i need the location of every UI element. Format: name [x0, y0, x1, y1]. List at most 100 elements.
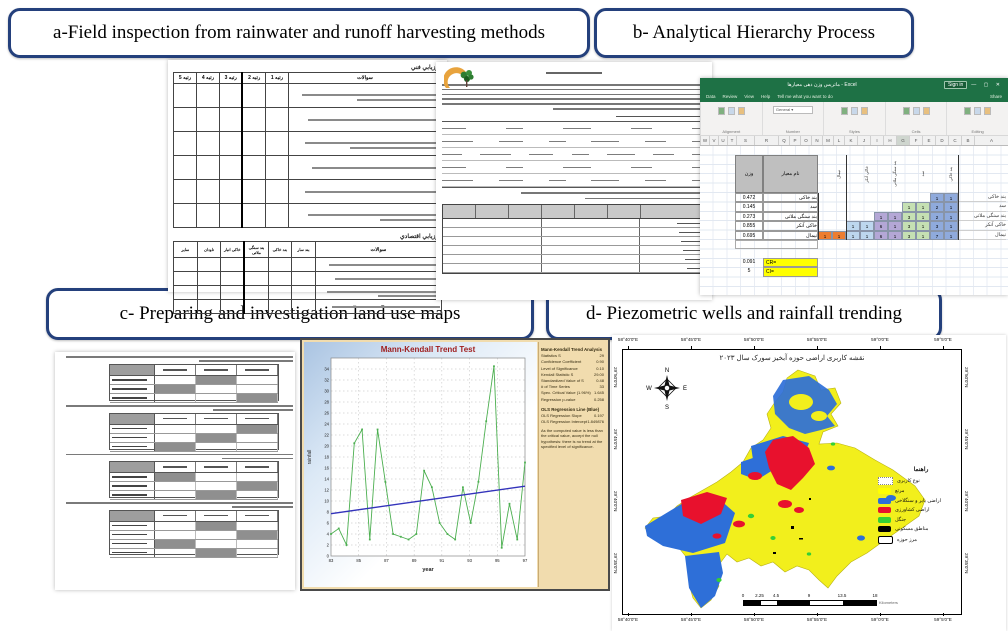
cell	[237, 473, 278, 481]
ribbon-icon[interactable]	[861, 107, 868, 115]
ribbon-icon[interactable]	[923, 107, 930, 115]
column-header-D[interactable]: D	[935, 136, 948, 145]
row-label	[639, 246, 705, 254]
legend-row: مرتع	[878, 488, 964, 494]
cell	[508, 237, 541, 245]
column-header-R[interactable]: R	[754, 136, 778, 145]
ribbon-icon[interactable]	[903, 107, 910, 115]
option-item	[499, 141, 523, 143]
column-header-L[interactable]: L	[833, 136, 844, 145]
cell	[443, 228, 476, 236]
column-header-W[interactable]: W	[700, 136, 709, 145]
column-header-P[interactable]: P	[789, 136, 800, 145]
row-label: خاکی آنکر	[958, 221, 1006, 230]
header-line	[245, 515, 269, 516]
column-header-E[interactable]: E	[922, 136, 935, 145]
header-line	[163, 369, 187, 370]
legend-row: اراضی بایر و سنگلاخی	[878, 498, 964, 504]
number-format-select[interactable]: General ▾	[773, 106, 813, 114]
header-cell	[155, 414, 196, 424]
criteria-cell: نیمال	[763, 231, 818, 240]
stat-value: 0.90	[596, 359, 604, 364]
cell	[155, 443, 196, 451]
map-tick	[943, 613, 944, 616]
legend-row: اراضی کشاورزی	[878, 507, 964, 513]
label-line	[112, 543, 147, 544]
label-line	[112, 534, 147, 535]
ribbon-icon[interactable]	[974, 107, 981, 115]
excel-menu-help[interactable]: Help	[761, 94, 770, 99]
header-line	[204, 515, 228, 516]
stat-row: OLS Regression Intercept1.849876	[541, 419, 604, 424]
scale-label: 18	[872, 593, 877, 598]
ribbon-icon[interactable]	[851, 107, 858, 115]
legend-swatch	[878, 517, 891, 523]
ribbon-icon[interactable]	[964, 107, 971, 115]
longitude-label: 58°45'0"E	[681, 617, 701, 622]
column-header-U[interactable]: U	[718, 136, 727, 145]
excel-menu-data[interactable]: Data	[706, 94, 716, 99]
cell	[574, 219, 607, 227]
criteria-cell: خاکی آنکر	[763, 221, 818, 230]
legend-label: مناطق مسکونی	[895, 526, 928, 532]
legend-label: جنگل	[895, 517, 906, 523]
column-header-F[interactable]: F	[909, 136, 922, 145]
column-header-O[interactable]: O	[800, 136, 811, 145]
ribbon-icon[interactable]	[984, 107, 991, 115]
latitude-label: 29°45'0"N	[613, 429, 618, 449]
ribbon-icon[interactable]	[738, 107, 745, 115]
row-label-cell	[110, 385, 155, 393]
rotated-criteria-header: نیمال	[824, 155, 852, 193]
excel-menu-review[interactable]: Review	[723, 94, 738, 99]
column-header-J[interactable]: J	[857, 136, 870, 145]
excel-signin-button[interactable]: Sign in	[944, 81, 967, 89]
column-header-G[interactable]: G	[896, 136, 909, 145]
weight-cell: 0.472	[735, 193, 763, 202]
ribbon-icon[interactable]	[841, 107, 848, 115]
column-header-I[interactable]: I	[870, 136, 883, 145]
column-header-B[interactable]: B	[961, 136, 974, 145]
column-header-A[interactable]: A	[974, 136, 1008, 145]
ribbon-icon[interactable]	[718, 107, 725, 115]
matrix-row	[110, 522, 278, 531]
header-line	[204, 369, 228, 370]
cell	[155, 491, 196, 499]
column-header-N[interactable]: N	[811, 136, 822, 145]
caption-line	[232, 506, 293, 508]
stat-value: 0.258	[594, 397, 604, 402]
map-tick	[691, 613, 692, 616]
header-cell	[542, 205, 575, 218]
cell	[196, 443, 237, 451]
caption-line	[66, 405, 293, 407]
column-header-K[interactable]: K	[844, 136, 857, 145]
column-header-H[interactable]: H	[883, 136, 896, 145]
excel-share-button[interactable]: Share	[990, 94, 1002, 99]
table-row	[443, 255, 705, 264]
excel-menu-view[interactable]: View	[744, 94, 754, 99]
cell	[476, 219, 509, 227]
legend-swatch	[878, 526, 891, 532]
column-header-S[interactable]: S	[736, 136, 754, 145]
header-cell	[237, 462, 278, 472]
column-header-V[interactable]: V	[709, 136, 718, 145]
row-label-cell	[110, 491, 155, 499]
bottom-table-header	[443, 205, 705, 219]
matrix-cell: 7	[930, 231, 944, 240]
excel-window-controls[interactable]: — ▢ ✕	[971, 82, 1003, 88]
column-header-Q[interactable]: Q	[778, 136, 789, 145]
landuse-map: نقشه کاربری اراضی حوزه آبخیز سورک سال ۲۰…	[612, 335, 1006, 631]
group-label: Number	[763, 129, 824, 134]
column-header-M[interactable]: M	[822, 136, 833, 145]
excel-menu-tell[interactable]: Tell me what you want to do	[777, 94, 833, 99]
header-cell	[608, 205, 641, 218]
ribbon-icon[interactable]	[913, 107, 920, 115]
latitude-label: 29°50'0"N	[964, 367, 969, 387]
matrix-cell: 1	[846, 231, 860, 240]
excel-grid[interactable]: وزننام معیار0.472بند خاکیبند خاکی0.145سد…	[700, 146, 1008, 295]
column-header-C[interactable]: C	[948, 136, 961, 145]
column-header-T[interactable]: T	[727, 136, 736, 145]
cr-label: CR=	[763, 258, 818, 267]
comparison-matrix	[109, 413, 279, 450]
ribbon-icon[interactable]	[728, 107, 735, 115]
matrix-cell: 3	[902, 221, 916, 230]
